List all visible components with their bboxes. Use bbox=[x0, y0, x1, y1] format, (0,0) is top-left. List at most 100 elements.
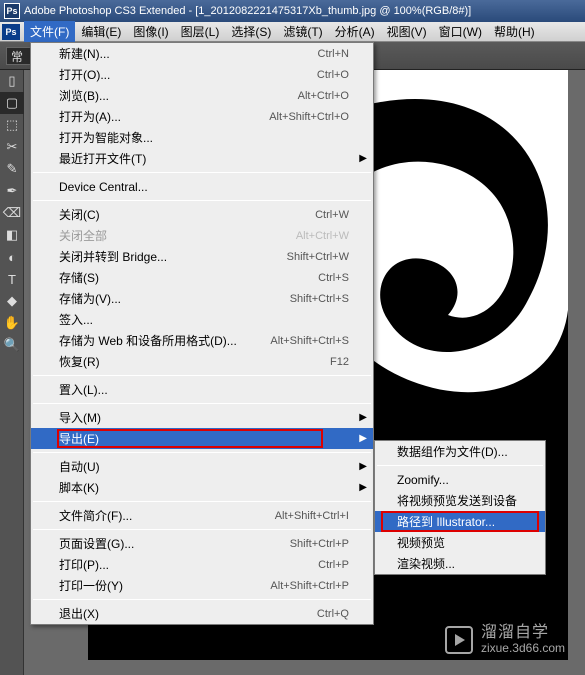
watermark-url: zixue.3d66.com bbox=[481, 642, 565, 655]
menu-item-shortcut: Shift+Ctrl+S bbox=[290, 293, 349, 305]
menu-item-label: 打印一份(Y) bbox=[59, 577, 270, 594]
menu-item-label: 导入(M) bbox=[59, 409, 349, 426]
file-menu-item[interactable]: 最近打开文件(T)▶ bbox=[31, 148, 373, 169]
tool-pen[interactable]: ✒ bbox=[0, 180, 24, 202]
tool-crop[interactable]: ✂ bbox=[0, 136, 24, 158]
file-menu-item[interactable]: 退出(X)Ctrl+Q bbox=[31, 603, 373, 624]
menu-item-label: 文件简介(F)... bbox=[59, 507, 275, 524]
menu-item-shortcut: Alt+Ctrl+O bbox=[298, 90, 349, 102]
menu-item-shortcut: Ctrl+W bbox=[315, 209, 349, 221]
separator bbox=[33, 172, 371, 173]
file-menu-item[interactable]: 打印(P)...Ctrl+P bbox=[31, 554, 373, 575]
file-menu-item[interactable]: 脚本(K)▶ bbox=[31, 477, 373, 498]
tool-shape[interactable]: ◆ bbox=[0, 290, 24, 312]
menu-item-shortcut: Ctrl+S bbox=[318, 272, 349, 284]
menu-help[interactable]: 帮助(H) bbox=[488, 21, 541, 42]
menu-item-label: 浏览(B)... bbox=[59, 87, 298, 104]
file-menu-item[interactable]: 打开为智能对象... bbox=[31, 127, 373, 148]
window-title: Adobe Photoshop CS3 Extended - [1_201208… bbox=[24, 5, 471, 17]
menu-item-label: 新建(N)... bbox=[59, 45, 318, 62]
file-menu-item[interactable]: 置入(L)... bbox=[31, 379, 373, 400]
tool-lasso[interactable]: ⬚ bbox=[0, 114, 24, 136]
menu-view[interactable]: 视图(V) bbox=[381, 21, 433, 42]
file-menu-item[interactable]: 存储为(V)...Shift+Ctrl+S bbox=[31, 288, 373, 309]
separator bbox=[33, 375, 371, 376]
menu-item-shortcut: Ctrl+Q bbox=[317, 608, 349, 620]
menu-item-label: 恢复(R) bbox=[59, 353, 330, 370]
tool-marquee[interactable]: ▢ bbox=[0, 92, 24, 114]
tool-brush[interactable]: ✎ bbox=[0, 158, 24, 180]
menu-bar: Ps 文件(F) 编辑(E) 图像(I) 图层(L) 选择(S) 滤镜(T) 分… bbox=[0, 22, 585, 42]
separator bbox=[33, 599, 371, 600]
file-menu-item[interactable]: 导出(E)▶ bbox=[31, 428, 373, 449]
submenu-arrow-icon: ▶ bbox=[359, 482, 367, 493]
menu-item-label: 关闭(C) bbox=[59, 206, 315, 223]
menu-item-label: 页面设置(G)... bbox=[59, 535, 290, 552]
export-menu-item[interactable]: 路径到 Illustrator... bbox=[375, 511, 545, 532]
separator bbox=[33, 501, 371, 502]
tool-move[interactable]: ▯ bbox=[0, 70, 24, 92]
tool-eraser[interactable]: ⌫ bbox=[0, 202, 24, 224]
file-menu-item[interactable]: 导入(M) ▶ bbox=[31, 407, 373, 428]
file-menu-item[interactable]: 打印一份(Y)Alt+Shift+Ctrl+P bbox=[31, 575, 373, 596]
menu-item-shortcut: Ctrl+N bbox=[318, 48, 349, 60]
menu-item-label: 数据组作为文件(D)... bbox=[397, 443, 508, 460]
submenu-arrow-icon: ▶ bbox=[359, 433, 367, 444]
menu-item-shortcut: Alt+Shift+Ctrl+I bbox=[275, 510, 349, 522]
tool-type[interactable]: T bbox=[0, 268, 24, 290]
file-menu-item[interactable]: 打开(O)...Ctrl+O bbox=[31, 64, 373, 85]
file-menu-item[interactable]: 浏览(B)...Alt+Ctrl+O bbox=[31, 85, 373, 106]
menu-select[interactable]: 选择(S) bbox=[225, 21, 277, 42]
submenu-arrow-icon: ▶ bbox=[359, 412, 367, 423]
menu-item-label: Zoomify... bbox=[397, 473, 449, 487]
export-menu-item[interactable]: Zoomify... bbox=[375, 469, 545, 490]
tool-zoom[interactable]: 🔍 bbox=[0, 334, 24, 356]
file-menu-item[interactable]: 自动(U)▶ bbox=[31, 456, 373, 477]
play-icon bbox=[445, 626, 473, 654]
export-menu-item[interactable]: 将视频预览发送到设备 bbox=[375, 490, 545, 511]
menu-item-label: 渲染视频... bbox=[397, 555, 455, 572]
file-menu-item[interactable]: 存储为 Web 和设备所用格式(D)...Alt+Shift+Ctrl+S bbox=[31, 330, 373, 351]
file-menu-item[interactable]: 关闭并转到 Bridge...Shift+Ctrl+W bbox=[31, 246, 373, 267]
menu-edit[interactable]: 编辑(E) bbox=[75, 21, 127, 42]
file-dropdown: 新建(N)...Ctrl+N打开(O)...Ctrl+O浏览(B)...Alt+… bbox=[30, 42, 374, 625]
menu-item-label: 打开(O)... bbox=[59, 66, 317, 83]
file-menu-item[interactable]: 打开为(A)...Alt+Shift+Ctrl+O bbox=[31, 106, 373, 127]
app-icon: Ps bbox=[4, 3, 20, 19]
menu-analysis[interactable]: 分析(A) bbox=[329, 21, 381, 42]
separator bbox=[33, 452, 371, 453]
file-menu-item[interactable]: 文件简介(F)...Alt+Shift+Ctrl+I bbox=[31, 505, 373, 526]
file-menu-item[interactable]: 存储(S)Ctrl+S bbox=[31, 267, 373, 288]
file-menu-item[interactable]: Device Central... bbox=[31, 176, 373, 197]
file-menu-item[interactable]: 恢复(R)F12 bbox=[31, 351, 373, 372]
tool-dodge[interactable]: ◐ bbox=[0, 246, 24, 268]
file-menu-item[interactable]: 签入... bbox=[31, 309, 373, 330]
menu-window[interactable]: 窗口(W) bbox=[433, 21, 488, 42]
separator bbox=[33, 529, 371, 530]
ps-chip-icon: Ps bbox=[2, 24, 20, 40]
tool-hand[interactable]: ✋ bbox=[0, 312, 24, 334]
menu-item-label: 存储为 Web 和设备所用格式(D)... bbox=[59, 332, 270, 349]
file-menu-item[interactable]: 关闭(C)Ctrl+W bbox=[31, 204, 373, 225]
menu-item-label: 路径到 Illustrator... bbox=[397, 513, 495, 530]
tool-gradient[interactable]: ◧ bbox=[0, 224, 24, 246]
submenu-arrow-icon: ▶ bbox=[359, 461, 367, 472]
separator bbox=[33, 200, 371, 201]
menu-item-label: 退出(X) bbox=[59, 605, 317, 622]
menu-layer[interactable]: 图层(L) bbox=[175, 21, 226, 42]
export-menu-item[interactable]: 视频预览 bbox=[375, 532, 545, 553]
menu-item-label: 打开为智能对象... bbox=[59, 129, 349, 146]
menu-item-label: Device Central... bbox=[59, 180, 349, 194]
watermark-brand: 溜溜自学 bbox=[481, 624, 565, 642]
menu-item-label: 视频预览 bbox=[397, 534, 445, 551]
menu-item-label: 关闭全部 bbox=[59, 227, 296, 244]
export-menu-item[interactable]: 渲染视频... bbox=[375, 553, 545, 574]
file-menu-item[interactable]: 新建(N)...Ctrl+N bbox=[31, 43, 373, 64]
menu-item-shortcut: Shift+Ctrl+P bbox=[290, 538, 349, 550]
menu-item-shortcut: Alt+Ctrl+W bbox=[296, 230, 349, 242]
menu-item-label: 存储为(V)... bbox=[59, 290, 290, 307]
menu-filter[interactable]: 滤镜(T) bbox=[277, 21, 328, 42]
menu-image[interactable]: 图像(I) bbox=[127, 21, 174, 42]
file-menu-item[interactable]: 页面设置(G)...Shift+Ctrl+P bbox=[31, 533, 373, 554]
menu-file[interactable]: 文件(F) bbox=[24, 21, 75, 42]
